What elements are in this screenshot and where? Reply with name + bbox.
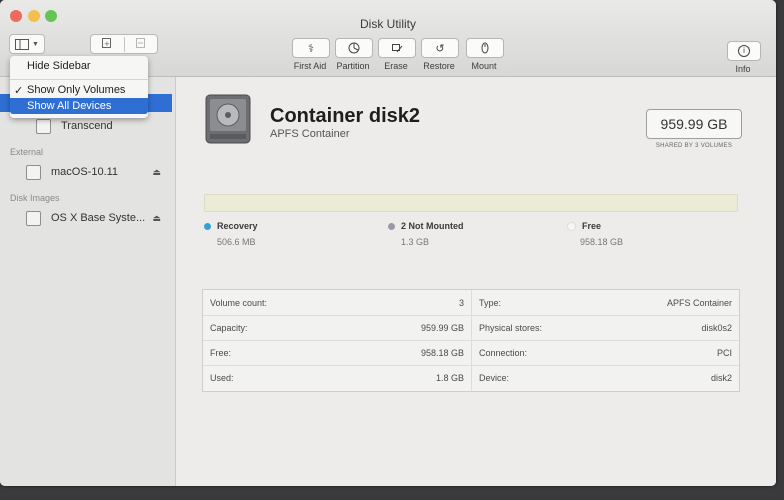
- mount-label: Mount: [471, 61, 497, 71]
- partition-button[interactable]: [335, 38, 373, 58]
- legend-label: Recovery: [217, 221, 258, 231]
- legend-value-not-mounted: 1.3 GB: [401, 237, 430, 247]
- info-value: APFS Container: [666, 297, 732, 308]
- sidebar-item-label: macOS-10.11: [51, 166, 119, 178]
- external-disk-icon: [26, 164, 41, 180]
- chevron-down-icon: ▼: [32, 40, 39, 48]
- info-value: disk0s2: [701, 322, 732, 333]
- info-button[interactable]: i: [727, 41, 761, 61]
- add-volume-icon[interactable]: +: [91, 36, 125, 52]
- menu-divider: [10, 79, 148, 80]
- menu-item-label: Show All Devices: [27, 100, 112, 112]
- info-key: Free:: [210, 347, 232, 358]
- sidebar-icon: [15, 38, 30, 50]
- info-value: 959.99 GB: [420, 322, 464, 333]
- disk-title: Container disk2: [270, 105, 421, 127]
- remove-volume-icon[interactable]: [125, 37, 158, 52]
- info-row-device: Device: disk2: [472, 365, 739, 390]
- sidebar-view-menu: Hide Sidebar ✓ Show Only Volumes Show Al…: [10, 56, 148, 118]
- legend-label: 2 Not Mounted: [401, 221, 464, 231]
- stethoscope-icon: ⚕: [308, 42, 314, 55]
- info-key: Physical stores:: [479, 322, 543, 333]
- legend-value-recovery: 506.6 MB: [217, 237, 256, 247]
- volume-segment: +: [90, 34, 158, 54]
- hard-drive-icon: [205, 94, 251, 144]
- menu-item-show-all-devices[interactable]: Show All Devices: [10, 98, 148, 114]
- mount-button[interactable]: [466, 38, 504, 58]
- recovery-swatch: [204, 222, 211, 230]
- info-row-used: Used: 1.8 GB: [203, 365, 471, 390]
- disk-utility-window: Disk Utility ▼ + ⚕ First Aid Partition E…: [0, 0, 776, 486]
- window-title: Disk Utility: [360, 17, 416, 31]
- menu-item-label: Hide Sidebar: [27, 60, 91, 72]
- eject-icon[interactable]: ⏏: [152, 167, 161, 178]
- usage-bar: [204, 194, 738, 212]
- disk-subtitle: APFS Container: [270, 128, 350, 140]
- sidebar-item-label: Transcend: [61, 120, 113, 132]
- restore-button[interactable]: ↺: [421, 38, 459, 58]
- info-value: PCI: [716, 347, 732, 358]
- info-value: 3: [458, 297, 464, 308]
- sidebar-item-transcend[interactable]: Transcend: [36, 117, 113, 135]
- pie-icon: [348, 42, 360, 54]
- menu-item-hide-sidebar[interactable]: Hide Sidebar: [10, 58, 148, 74]
- mount-icon: [481, 42, 489, 54]
- disk-size-caption: SHARED BY 3 VOLUMES: [655, 143, 733, 149]
- sidebar-view-button[interactable]: ▼: [9, 34, 45, 54]
- info-value: disk2: [710, 372, 732, 383]
- free-swatch: [567, 221, 576, 231]
- info-key: Used:: [210, 372, 234, 383]
- info-key: Connection:: [479, 347, 528, 358]
- info-value: 958.18 GB: [420, 347, 464, 358]
- sidebar-section-external: External: [10, 147, 44, 157]
- info-key: Capacity:: [210, 322, 248, 333]
- checkmark-icon: ✓: [14, 84, 24, 97]
- info-key: Device:: [479, 372, 510, 383]
- legend-value-free: 958.18 GB: [580, 237, 624, 247]
- legend-free: Free: [567, 221, 601, 231]
- info-row-volume-count: Volume count: 3: [203, 290, 471, 315]
- info-table: Volume count: 3 Capacity: 959.99 GB Free…: [202, 289, 740, 392]
- info-key: Volume count:: [210, 297, 268, 308]
- sidebar-item-os-x-base[interactable]: OS X Base Syste... ⏏: [26, 209, 175, 227]
- info-row-physical-stores: Physical stores: disk0s2: [472, 315, 739, 340]
- legend-label: Free: [582, 221, 602, 231]
- disk-image-icon: [26, 210, 41, 226]
- info-row-free: Free: 958.18 GB: [203, 340, 471, 365]
- sidebar: Transcend External macOS-10.11 ⏏ Disk Im…: [0, 77, 176, 486]
- legend-not-mounted: 2 Not Mounted: [388, 221, 464, 231]
- disk-icon: [36, 118, 51, 134]
- info-icon: i: [738, 45, 750, 57]
- menu-item-label: Show Only Volumes: [27, 84, 126, 96]
- sidebar-item-macos[interactable]: macOS-10.11 ⏏: [26, 163, 175, 181]
- erase-button[interactable]: [378, 38, 416, 58]
- disk-size-badge: 959.99 GB: [646, 109, 742, 139]
- main-content: Container disk2 APFS Container 959.99 GB…: [176, 77, 776, 486]
- eject-icon[interactable]: ⏏: [152, 213, 161, 224]
- menu-item-show-only-volumes[interactable]: ✓ Show Only Volumes: [10, 82, 148, 98]
- sidebar-section-disk-images: Disk Images: [10, 193, 60, 203]
- eraser-icon: [392, 44, 403, 53]
- info-value: 1.8 GB: [435, 372, 464, 383]
- info-label: Info: [735, 64, 751, 74]
- legend-recovery: Recovery: [204, 221, 258, 231]
- first-aid-button[interactable]: ⚕: [292, 38, 330, 58]
- svg-text:+: +: [104, 40, 110, 48]
- info-row-capacity: Capacity: 959.99 GB: [203, 315, 471, 340]
- restore-icon: ↺: [435, 42, 445, 55]
- sidebar-item-label: OS X Base Syste...: [51, 212, 146, 224]
- not-mounted-swatch: [388, 222, 395, 230]
- info-row-connection: Connection: PCI: [472, 340, 739, 365]
- info-row-type: Type: APFS Container: [472, 290, 739, 315]
- info-key: Type:: [479, 297, 502, 308]
